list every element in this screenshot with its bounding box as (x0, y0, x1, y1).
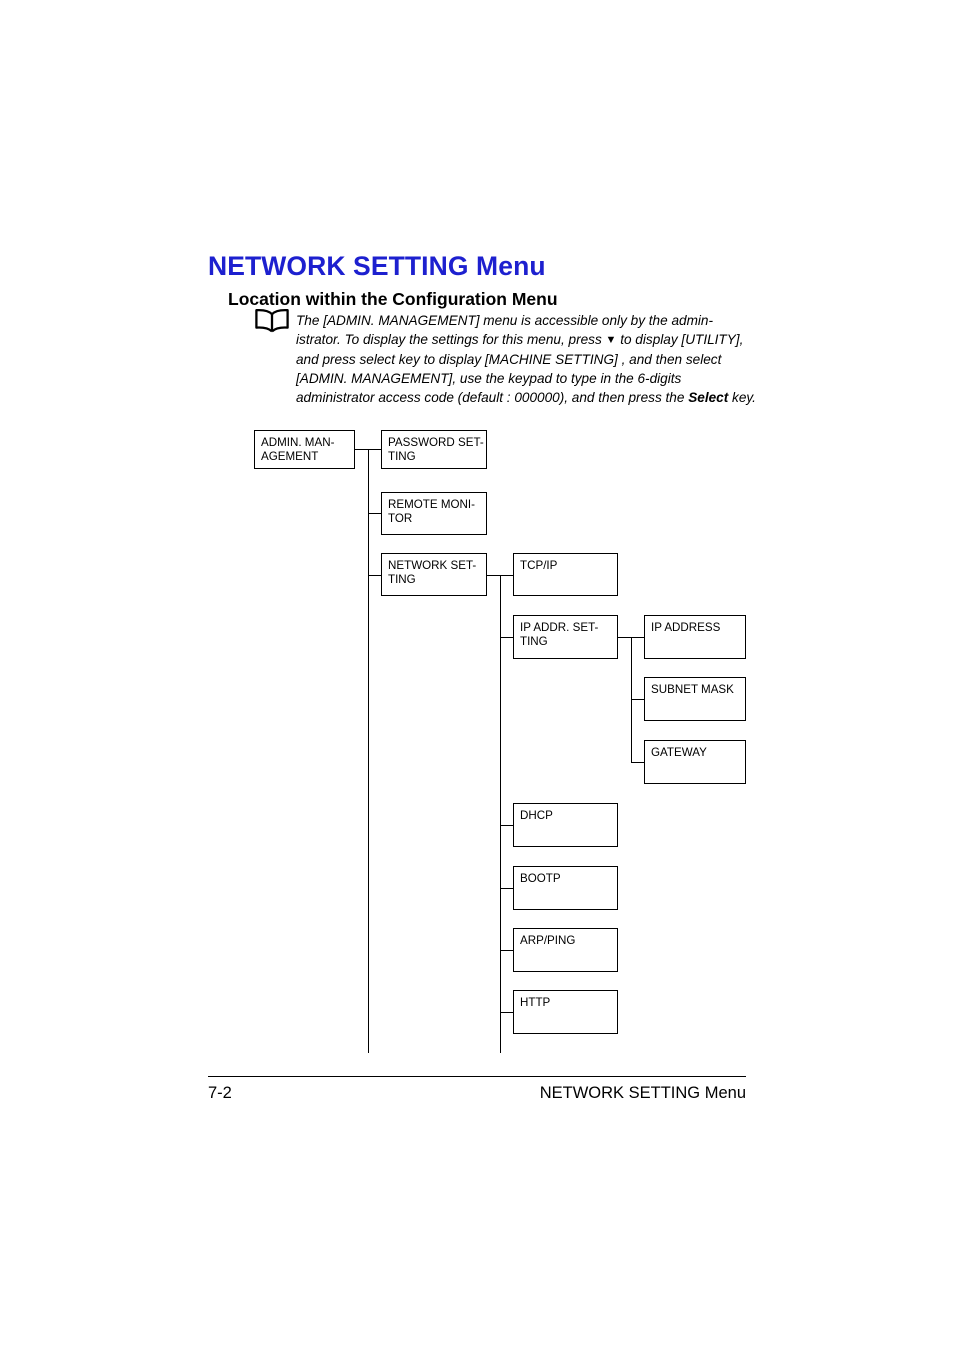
configuration-menu-tree: ADMIN. MAN- AGEMENT PASSWORD SET- TING REM… (0, 0, 954, 1090)
menu-node-password-setting: PASSWORD SET- TING (381, 430, 487, 469)
connector-admin-trunk (368, 449, 370, 1053)
connector-branch-ipaddress (631, 637, 645, 639)
menu-node-gateway: GATEWAY (644, 740, 746, 784)
connector-ipaddr-stub (618, 637, 632, 639)
connector-branch-password (368, 449, 382, 451)
connector-branch-ipaddr (500, 637, 514, 639)
document-page: NETWORK SETTING Menu Location within the… (0, 0, 954, 1350)
menu-node-ip-address: IP ADDRESS (644, 615, 746, 659)
menu-node-ip-addr-setting: IP ADDR. SET- TING (513, 615, 618, 659)
connector-network-trunk (500, 575, 502, 1053)
connector-admin-stub (355, 449, 369, 451)
menu-node-dhcp: DHCP (513, 803, 618, 847)
menu-node-tcp-ip: TCP/IP (513, 553, 618, 596)
menu-node-admin-management: ADMIN. MAN- AGEMENT (254, 430, 355, 469)
menu-node-arp-ping: ARP/PING (513, 928, 618, 972)
connector-branch-bootp (500, 888, 514, 890)
connector-network-stub (487, 575, 501, 577)
connector-branch-dhcp (500, 825, 514, 827)
connector-branch-gateway (631, 762, 645, 764)
connector-branch-tcpip (500, 575, 514, 577)
footer-running-title: NETWORK SETTING Menu (539, 1084, 746, 1102)
footer-page-number: 7-2 (208, 1084, 232, 1102)
connector-branch-arpping (500, 950, 514, 952)
menu-node-subnet-mask: SUBNET MASK (644, 677, 746, 721)
menu-node-http: HTTP (513, 990, 618, 1034)
connector-branch-subnet (631, 699, 645, 701)
menu-node-remote-monitor: REMOTE MONI- TOR (381, 492, 487, 535)
connector-branch-network (368, 575, 382, 577)
connector-branch-remote (368, 513, 382, 515)
connector-branch-http (500, 1012, 514, 1014)
footer-divider (208, 1076, 746, 1078)
menu-node-network-setting: NETWORK SET- TING (381, 553, 487, 596)
menu-node-bootp: BOOTP (513, 866, 618, 910)
